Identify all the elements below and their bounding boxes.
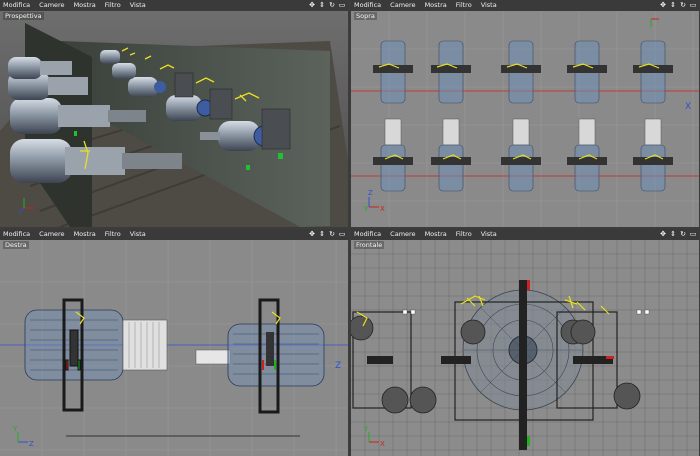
z-gizmo-label: Z (29, 440, 34, 448)
right-scene: Z Y Z (0, 240, 348, 456)
menu-mostra[interactable]: Mostra (74, 0, 96, 11)
top-scene: X Z Y X (351, 11, 699, 227)
view-nav-icons: ✥ ⇕ ↻ ▭ (659, 0, 697, 11)
x-gizmo-label: X (380, 440, 385, 448)
top-canvas[interactable]: X Z Y X (351, 11, 699, 227)
zoom-view-icon[interactable]: ⇕ (318, 229, 326, 240)
viewport-menubar: Modifica Camere Mostra Filtro Vista ✥ ⇕ … (351, 229, 699, 240)
view-nav-icons: ✥ ⇕ ↻ ▭ (308, 0, 346, 11)
viewport-menubar: Modifica Camere Mostra Filtro Vista ✥ ⇕ … (351, 0, 699, 11)
menu-vista[interactable]: Vista (481, 0, 497, 11)
menu-modifica[interactable]: Modifica (3, 0, 30, 11)
menu-mostra[interactable]: Mostra (74, 229, 96, 240)
zoom-view-icon[interactable]: ⇕ (669, 0, 677, 11)
maximize-view-icon[interactable]: ▭ (689, 229, 697, 240)
menu-modifica[interactable]: Modifica (3, 229, 30, 240)
y-axis-label: Y (12, 425, 18, 433)
menu-filtro[interactable]: Filtro (456, 0, 472, 11)
rotate-view-icon[interactable]: ↻ (679, 0, 687, 11)
motor-left (24, 309, 168, 381)
zoom-view-icon[interactable]: ⇕ (318, 0, 326, 11)
viewport-label: Sopra (354, 12, 377, 20)
menu-filtro[interactable]: Filtro (105, 0, 121, 11)
menu-modifica[interactable]: Modifica (354, 229, 381, 240)
menu-mostra[interactable]: Mostra (425, 229, 447, 240)
x-axis-label: X (685, 102, 691, 112)
menu-camere[interactable]: Camere (390, 0, 415, 11)
perspective-scene (0, 11, 348, 227)
right-viewport[interactable]: Modifica Camere Mostra Filtro Vista ✥ ⇕ … (0, 229, 348, 456)
top-viewport[interactable]: Modifica Camere Mostra Filtro Vista ✥ ⇕ … (351, 0, 699, 227)
perspective-viewport[interactable]: Modifica Camere Mostra Filtro Vista ✥ ⇕ … (0, 0, 348, 227)
x-gizmo-label: X (380, 205, 385, 213)
menu-camere[interactable]: Camere (39, 0, 64, 11)
viewport-menubar: Modifica Camere Mostra Filtro Vista ✥ ⇕ … (0, 229, 348, 240)
rotate-view-icon[interactable]: ↻ (328, 0, 336, 11)
y-axis-label: Y (363, 425, 369, 433)
viewport-menubar: Modifica Camere Mostra Filtro Vista ✥ ⇕ … (0, 0, 348, 11)
menu-filtro[interactable]: Filtro (105, 229, 121, 240)
z-axis-label: Z (368, 189, 373, 197)
menu-camere[interactable]: Camere (39, 229, 64, 240)
view-nav-icons: ✥ ⇕ ↻ ▭ (308, 229, 346, 240)
right-canvas[interactable]: Z Y Z (0, 240, 348, 456)
rotate-view-icon[interactable]: ↻ (679, 229, 687, 240)
front-scene: Y X (351, 240, 699, 456)
motor-right (227, 323, 325, 387)
viewport-label: Frontale (354, 241, 385, 249)
move-view-icon[interactable]: ✥ (659, 0, 667, 11)
maximize-view-icon[interactable]: ▭ (338, 0, 346, 11)
menu-vista[interactable]: Vista (130, 229, 146, 240)
menu-filtro[interactable]: Filtro (456, 229, 472, 240)
move-view-icon[interactable]: ✥ (308, 0, 316, 11)
front-canvas[interactable]: Y X (351, 240, 699, 456)
menu-vista[interactable]: Vista (481, 229, 497, 240)
view-nav-icons: ✥ ⇕ ↻ ▭ (659, 229, 697, 240)
zoom-view-icon[interactable]: ⇕ (669, 229, 677, 240)
viewport-label: Prospettiva (3, 12, 44, 20)
y-axis-label: Y (363, 205, 369, 213)
move-view-icon[interactable]: ✥ (308, 229, 316, 240)
menu-vista[interactable]: Vista (130, 0, 146, 11)
z-axis-label: Z (335, 361, 341, 371)
menu-camere[interactable]: Camere (390, 229, 415, 240)
front-viewport[interactable]: Modifica Camere Mostra Filtro Vista ✥ ⇕ … (351, 229, 699, 456)
viewport-label: Destra (3, 241, 29, 249)
move-view-icon[interactable]: ✥ (659, 229, 667, 240)
shaft-link (195, 349, 231, 365)
rotate-view-icon[interactable]: ↻ (328, 229, 336, 240)
maximize-view-icon[interactable]: ▭ (338, 229, 346, 240)
maximize-view-icon[interactable]: ▭ (689, 0, 697, 11)
perspective-canvas[interactable] (0, 11, 348, 227)
menu-modifica[interactable]: Modifica (354, 0, 381, 11)
menu-mostra[interactable]: Mostra (425, 0, 447, 11)
